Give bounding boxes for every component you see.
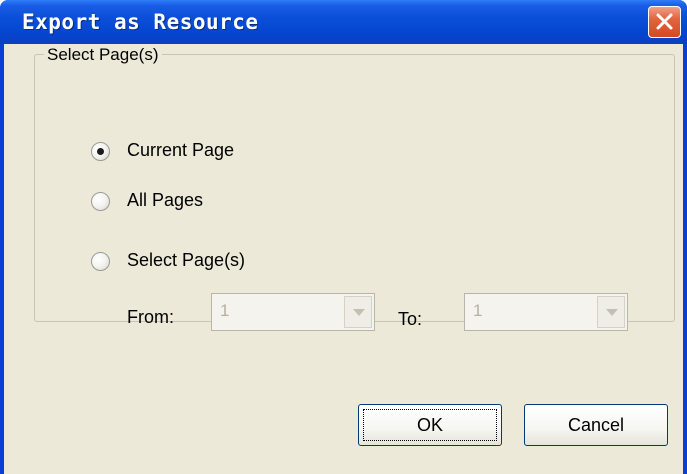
radio-button[interactable]: [91, 192, 110, 211]
from-label: From:: [127, 307, 174, 327]
radio-label: Current Page: [127, 140, 235, 160]
to-page-value: 1: [473, 301, 483, 320]
radio-selected-dot: [97, 148, 104, 155]
from-page-combo[interactable]: 1: [211, 293, 375, 331]
close-icon: [656, 13, 673, 30]
cancel-button[interactable]: Cancel: [524, 404, 668, 446]
dialog-window: Export as Resource Select Page(s) Curren…: [0, 0, 687, 474]
radio-label: Select Page(s): [127, 250, 246, 270]
ok-button-label: OK: [416, 415, 443, 435]
to-page-combo[interactable]: 1: [464, 293, 628, 331]
cancel-button-label: Cancel: [567, 415, 625, 435]
to-dropdown-button[interactable]: [597, 296, 625, 328]
radio-label: All Pages: [127, 190, 204, 210]
ok-button[interactable]: OK: [358, 404, 502, 446]
groupbox-legend: Select Page(s): [44, 45, 162, 65]
from-dropdown-button[interactable]: [344, 296, 372, 328]
chevron-down-icon: [353, 309, 365, 316]
select-pages-groupbox: [34, 54, 675, 322]
chevron-down-icon: [606, 309, 618, 316]
title-bar[interactable]: Export as Resource: [0, 0, 687, 44]
radio-button[interactable]: [91, 252, 110, 271]
to-label: To:: [398, 309, 423, 329]
window-title: Export as Resource: [22, 10, 259, 34]
radio-button[interactable]: [91, 142, 110, 161]
from-page-value: 1: [220, 301, 230, 320]
close-button[interactable]: [648, 6, 681, 38]
